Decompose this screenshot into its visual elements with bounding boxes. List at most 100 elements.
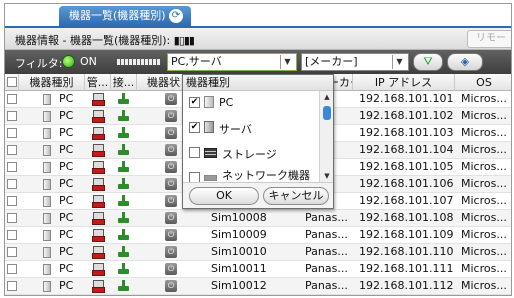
network-connection-icon (118, 195, 130, 207)
dropdown-item-network[interactable]: ネットワーク機器 (183, 166, 319, 182)
dropdown-checkbox-network[interactable] (189, 172, 200, 182)
cell-type: PC (59, 228, 74, 241)
row-checkbox[interactable] (7, 247, 17, 257)
power-icon: ⏻ (165, 195, 177, 207)
managed-icon (92, 93, 105, 106)
dropdown-item-pc[interactable]: ✔ PC (183, 91, 319, 115)
dropdown-checkbox-pc[interactable]: ✔ (189, 97, 200, 108)
scroll-down-icon[interactable]: ▼ (320, 170, 334, 182)
column-header-status[interactable]: 機器状 (137, 74, 183, 91)
page-header: 機器情報 - 機器一覧(機器種別): ▮▯▮▮ リモート (5, 26, 511, 60)
power-icon: ⏻ (165, 212, 177, 224)
network-connection-icon (118, 280, 130, 292)
server-icon (204, 121, 214, 133)
filter-apply-icon[interactable]: ⛛ (413, 53, 443, 71)
cell-os: Micros... (461, 160, 507, 173)
managed-icon (92, 229, 105, 242)
dropdown-list: ✔ PC ✔ サーバ ストレージ ネットワーク機器 (183, 91, 319, 182)
cell-name: Sim10009 (211, 228, 267, 241)
cancel-button[interactable]: キャンセル (263, 187, 329, 205)
dropdown-checkbox-server[interactable]: ✔ (189, 122, 200, 133)
column-header-connection[interactable]: 接... (111, 74, 137, 91)
row-checkbox[interactable] (7, 196, 17, 206)
row-checkbox[interactable] (7, 230, 17, 240)
tab-strip: 機器一覧(機器種別) ⟳ (5, 4, 511, 26)
cell-maker: Panas... (305, 211, 348, 224)
dropdown-scrollbar[interactable]: ▲ ▼ (319, 91, 333, 182)
column-header-managed[interactable]: 管... (85, 74, 111, 91)
network-connection-icon (118, 110, 130, 122)
filter-status-indicator[interactable] (62, 55, 75, 68)
dropdown-item-label: ストレージ (222, 148, 277, 161)
cell-os: Micros... (461, 262, 507, 275)
dropdown-item-server[interactable]: ✔ サーバ (183, 116, 319, 140)
power-icon: ⏻ (165, 93, 177, 105)
row-checkbox[interactable] (7, 281, 17, 291)
power-icon: ⏻ (165, 263, 177, 275)
row-checkbox[interactable] (7, 162, 17, 172)
row-checkbox[interactable] (7, 213, 17, 223)
cell-os: Micros... (461, 245, 507, 258)
table-row[interactable]: PC ⏻ Sim10009 Panas... 192.168.101.109 Micros… (5, 227, 511, 244)
page-title: 機器情報 - 機器一覧(機器種別): ▮▯▮▮ (15, 32, 195, 48)
row-checkbox[interactable] (7, 111, 17, 121)
page-title-redacted: ▮▯▮▮ (173, 34, 195, 47)
column-header-type[interactable]: 機器種別 (19, 74, 85, 91)
row-checkbox[interactable] (7, 94, 17, 104)
managed-icon (92, 280, 105, 293)
row-checkbox[interactable] (7, 145, 17, 155)
scroll-up-icon[interactable]: ▲ (320, 91, 334, 103)
dropdown-item-label: サーバ (219, 123, 252, 136)
network-connection-icon (118, 93, 130, 105)
cell-os: Micros... (461, 143, 507, 156)
row-checkbox[interactable] (7, 179, 17, 189)
cell-ip: 192.168.101.103 (359, 126, 454, 139)
refresh-icon[interactable]: ⟳ (169, 9, 183, 23)
network-connection-icon (118, 127, 130, 139)
filter-redacted-text (117, 59, 161, 65)
column-header-ip[interactable]: IP アドレス (353, 74, 455, 91)
managed-icon (92, 144, 105, 157)
cell-type: PC (59, 211, 74, 224)
dropdown-item-storage[interactable]: ストレージ (183, 141, 319, 165)
chevron-down-icon[interactable]: ▼ (280, 55, 294, 69)
dropdown-checkbox-storage[interactable] (189, 147, 200, 158)
chevron-down-icon[interactable]: ▼ (392, 55, 406, 69)
cell-ip: 192.168.101.111 (359, 262, 454, 275)
cell-os: Micros... (461, 177, 507, 190)
row-checkbox[interactable] (7, 264, 17, 274)
network-connection-icon (118, 229, 130, 241)
page-title-text: 機器情報 - 機器一覧(機器種別): (15, 34, 171, 47)
maker-select[interactable]: [メーカー] ▼ (301, 53, 409, 71)
pc-icon (43, 281, 51, 292)
table-row[interactable]: PC ⏻ Sim10010 Panas... 192.168.101.110 Micros… (5, 244, 511, 261)
power-icon: ⏻ (165, 161, 177, 173)
pc-icon (43, 111, 51, 122)
ok-button[interactable]: OK (189, 187, 259, 205)
dropdown-footer: OK キャンセル (183, 182, 333, 208)
cell-type: PC (59, 160, 74, 173)
device-type-select[interactable]: PC,サーバ ▼ (167, 53, 297, 71)
remote-button[interactable]: リモート (467, 30, 511, 60)
tab-device-list[interactable]: 機器一覧(機器種別) ⟳ (59, 6, 191, 26)
eraser-icon[interactable]: ◈ (447, 53, 483, 71)
cell-type: PC (59, 109, 74, 122)
select-all-checkbox[interactable] (7, 77, 17, 87)
pc-icon (43, 196, 51, 207)
cell-type: PC (59, 279, 74, 292)
column-header-os[interactable]: OS (455, 74, 511, 91)
cell-ip: 192.168.101.109 (359, 228, 454, 241)
row-checkbox[interactable] (7, 128, 17, 138)
power-icon: ⏻ (165, 127, 177, 139)
table-row[interactable]: PC ⏻ Sim10008 Panas... 192.168.101.108 Micros… (5, 210, 511, 227)
cell-os: Micros... (461, 211, 507, 224)
scrollbar-thumb[interactable] (323, 106, 331, 120)
table-row[interactable]: PC ⏻ Sim10012 Panas... 192.168.101.112 Micros… (5, 278, 511, 295)
pc-icon (43, 230, 51, 241)
table-row[interactable]: PC ⏻ Sim10011 Panas... 192.168.101.111 Micros… (5, 261, 511, 278)
cell-os: Micros... (461, 109, 507, 122)
cell-os: Micros... (461, 228, 507, 241)
cell-type: PC (59, 194, 74, 207)
managed-icon (92, 195, 105, 208)
cell-name: Sim10008 (211, 211, 267, 224)
